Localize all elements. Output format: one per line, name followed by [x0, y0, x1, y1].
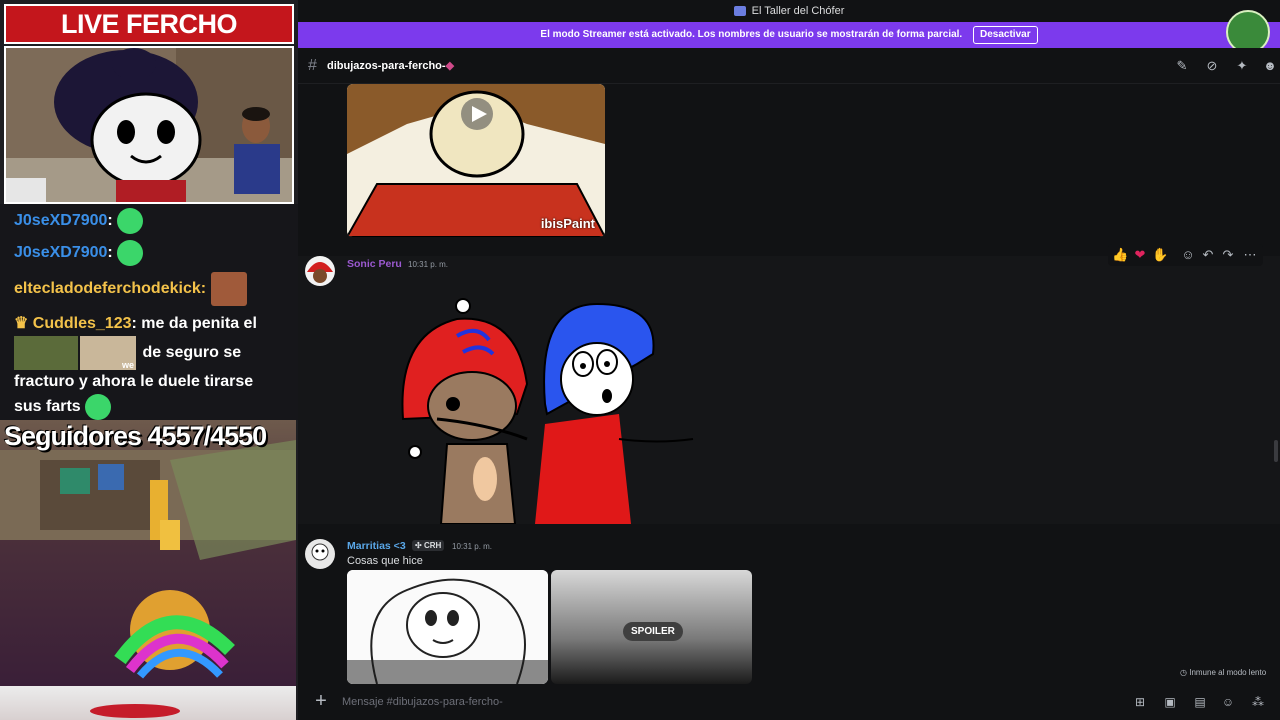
spoiler-label[interactable]: SPOILER [623, 622, 683, 641]
emoji-icon[interactable]: ☺ [1220, 694, 1236, 710]
window-title: El Taller del Chófer [751, 5, 845, 17]
chat-username: J0seXD7900 [14, 212, 108, 230]
gameplay-image [0, 440, 296, 679]
chat-text: me da penita el [141, 315, 257, 332]
gift-icon[interactable]: ⊞ [1132, 694, 1148, 710]
role-tag: ✣ CRH [412, 540, 445, 551]
disable-streamer-mode-button[interactable]: Desactivar [973, 26, 1038, 44]
game-thumbnail-emote-icon [14, 336, 78, 370]
thumbs-up-reaction-icon[interactable]: 👍 [1112, 247, 1128, 263]
image-attachment[interactable] [347, 570, 548, 684]
message-item[interactable]: Sonic Peru 10:31 p. m. [298, 256, 1280, 524]
message-list: ibisPaint Sonic Peru 10:31 p. m. 👍 ❤ ✋ ☺… [298, 84, 1280, 684]
sticker-icon[interactable]: ▤ [1192, 694, 1208, 710]
chat-separator: : [200, 280, 207, 298]
chat-message: J0seXD7900: [14, 240, 284, 266]
chat-separator: : [131, 315, 137, 332]
video-attachment[interactable]: ibisPaint [347, 84, 605, 237]
stream-chat: J0seXD7900: J0seXD7900: eltecladodeferch… [0, 204, 298, 420]
gameplay-video [0, 420, 296, 686]
author-avatar[interactable] [305, 256, 335, 286]
gem-icon: ◆ [445, 60, 455, 72]
heart-reaction-icon[interactable]: ❤ [1132, 247, 1148, 263]
add-reaction-icon[interactable]: ☺ [1180, 247, 1196, 263]
slowmode-indicator: ◷ Inmune al modo lento [1180, 668, 1266, 677]
screen: LIVE FERCHO REACTION [0, 0, 1280, 720]
message-author[interactable]: Sonic Peru [347, 258, 402, 270]
follower-goal: Seguidores 4557/4550 [4, 421, 267, 451]
stream-overlay: LIVE FERCHO REACTION [0, 0, 298, 720]
channel-header: # dibujazos-para-fercho-◆ ✎ ⊘ ✦ ☻ [298, 48, 1280, 84]
chat-username: eltecladodeferchodekick [14, 280, 201, 298]
message-timestamp: 10:31 p. m. [408, 260, 449, 269]
cat-emote-icon: we [80, 336, 136, 370]
role-tag-text: CRH [423, 541, 442, 550]
chat-message: eltecladodeferchodekick: [14, 272, 284, 306]
drawing-image [401, 298, 694, 524]
channel-name-text: dibujazos-para-fercho- [327, 60, 446, 72]
chat-username: Cuddles_123 [32, 315, 132, 332]
sketch-image [347, 570, 548, 684]
chat-message: ♛ Cuddles_123: me da penita el we de seg… [14, 312, 284, 420]
slowmode-text: Inmune al modo lento [1189, 668, 1267, 677]
pin-icon[interactable]: ✦ [1234, 58, 1250, 74]
face-emote-icon [210, 272, 247, 306]
reply-icon[interactable]: ↶ [1200, 247, 1216, 263]
author-avatar[interactable] [305, 539, 335, 569]
crying-emote-icon [85, 394, 112, 420]
message-text: Cosas que hice [347, 555, 423, 567]
notifications-muted-icon[interactable]: ⊘ [1204, 58, 1220, 74]
stream-title: LIVE FERCHO REACTION [4, 4, 294, 75]
bottom-banner [0, 686, 296, 720]
server-icon [733, 6, 746, 17]
message-timestamp: 10:31 p. m. [452, 542, 493, 551]
forward-icon[interactable]: ↷ [1220, 247, 1236, 263]
streamer-mode-banner: El modo Streamer está activado. Los nomb… [298, 22, 1280, 48]
heart-eyes-emote-icon [117, 240, 144, 266]
chat-text: fracturo y ahora le duele tirarse sus fa… [14, 373, 254, 416]
video-thumbnail [347, 84, 605, 237]
webcam-image [6, 48, 292, 202]
members-icon[interactable]: ☻ [1262, 58, 1278, 74]
clap-reaction-icon[interactable]: ✋ [1152, 247, 1168, 263]
webcam-feed [4, 46, 294, 204]
more-options-icon[interactable]: ⋯ [1242, 247, 1258, 263]
chat-separator: : [107, 244, 113, 262]
threads-icon[interactable]: ✎ [1174, 58, 1190, 74]
clock-icon: ◷ [1180, 668, 1187, 677]
message-composer: + ⊞ ▣ ▤ ☺ ⁂ [298, 684, 1280, 720]
window-titlebar: El Taller del Chófer [298, 0, 1280, 22]
chat-username: J0seXD7900 [14, 244, 108, 262]
chat-text: de seguro se [142, 344, 242, 362]
message-author[interactable]: Marritias <3 [347, 540, 406, 552]
discord-window: El Taller del Chófer El modo Streamer es… [298, 0, 1280, 720]
channel-name: dibujazos-para-fercho-◆ [327, 59, 454, 72]
streamer-notice: El modo Streamer está activado. Los nomb… [540, 29, 963, 40]
crown-icon: ♛ [14, 315, 29, 332]
add-attachment-icon[interactable]: + [312, 691, 330, 711]
chat-separator: : [107, 212, 113, 230]
image-attachment[interactable] [397, 294, 697, 524]
spoiler-attachment[interactable]: SPOILER [551, 570, 752, 684]
apps-icon[interactable]: ⁂ [1250, 694, 1266, 710]
message-actions-toolbar: 👍 ❤ ✋ ☺ ↶ ↷ ⋯ [1108, 244, 1263, 266]
emote-caption: we [121, 360, 134, 370]
chat-message: J0seXD7900: [14, 208, 284, 234]
heart-eyes-emote-icon [117, 208, 144, 234]
ibispaint-watermark: ibisPaint [540, 216, 595, 231]
scrollbar-thumb[interactable] [1274, 440, 1278, 462]
gif-icon[interactable]: ▣ [1162, 694, 1178, 710]
message-input[interactable] [342, 692, 1102, 712]
hash-icon: # [308, 57, 317, 74]
